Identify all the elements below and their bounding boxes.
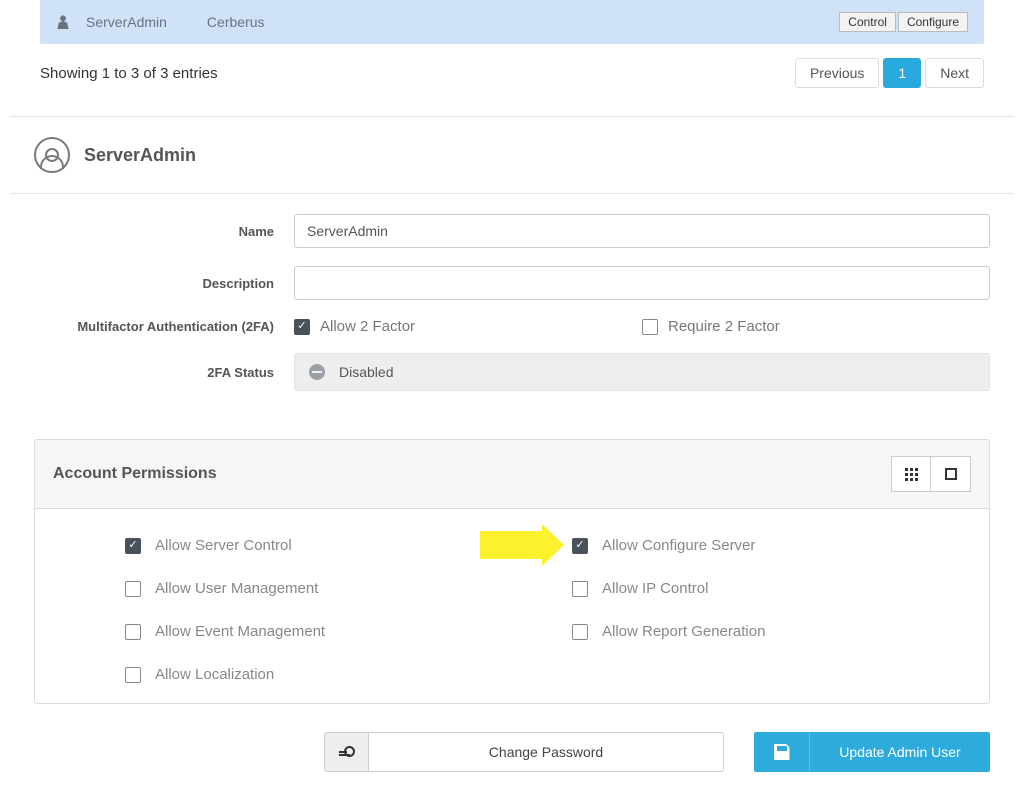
pager-page-1[interactable]: 1 (883, 58, 921, 88)
perm-user-management-label: Allow User Management (155, 580, 318, 597)
name-input[interactable] (294, 214, 990, 248)
detail-form: Name Description Multifactor Authenticat… (10, 194, 1014, 419)
perm-localization-label: Allow Localization (155, 666, 274, 683)
pager-previous[interactable]: Previous (795, 58, 879, 88)
perm-ip-control-label: Allow IP Control (602, 580, 708, 597)
key-addon (325, 733, 369, 771)
detail-title: ServerAdmin (84, 145, 196, 166)
label-2fa-status: 2FA Status (34, 365, 294, 380)
row-role: Cerberus (207, 14, 265, 30)
square-icon (945, 468, 957, 480)
table-footer: Showing 1 to 3 of 3 entries Previous 1 N… (10, 44, 1014, 110)
perm-server-control-checkbox[interactable] (125, 538, 141, 554)
save-icon (774, 744, 790, 760)
perm-server-control-label: Allow Server Control (155, 537, 292, 554)
selected-user-row[interactable]: ServerAdmin Cerberus Control Configure (40, 0, 984, 44)
user-icon (56, 15, 70, 29)
2fa-status-value: Disabled (339, 364, 393, 380)
grid-icon (905, 468, 918, 481)
update-admin-button[interactable]: Update Admin User (754, 732, 990, 772)
label-description: Description (34, 276, 294, 291)
update-admin-label: Update Admin User (810, 732, 990, 772)
permissions-heading: Account Permissions (53, 465, 891, 483)
description-input[interactable] (294, 266, 990, 300)
perm-event-management-checkbox[interactable] (125, 624, 141, 640)
row-control-button[interactable]: Control (839, 12, 896, 32)
perm-configure-server-checkbox[interactable] (572, 538, 588, 554)
grid-view-button[interactable] (891, 456, 931, 492)
highlight-arrow (480, 531, 544, 559)
disabled-icon (309, 364, 325, 380)
2fa-status-pill: Disabled (294, 353, 990, 391)
require-2fa-label: Require 2 Factor (668, 318, 780, 335)
permissions-panel: Account Permissions Allow Server Control (34, 439, 990, 704)
perm-report-generation-checkbox[interactable] (572, 624, 588, 640)
pager-next[interactable]: Next (925, 58, 984, 88)
allow-2fa-checkbox[interactable] (294, 319, 310, 335)
require-2fa-checkbox[interactable] (642, 319, 658, 335)
change-password-group: Change Password (324, 732, 724, 772)
table-info: Showing 1 to 3 of 3 entries (40, 65, 795, 82)
label-name: Name (34, 224, 294, 239)
perm-configure-server-label: Allow Configure Server (602, 537, 755, 554)
allow-2fa-label: Allow 2 Factor (320, 318, 415, 335)
pager: Previous 1 Next (795, 58, 984, 88)
perm-ip-control-checkbox[interactable] (572, 581, 588, 597)
perm-event-management-label: Allow Event Management (155, 623, 325, 640)
avatar-icon (34, 137, 70, 173)
perm-report-generation-label: Allow Report Generation (602, 623, 765, 640)
change-password-button[interactable]: Change Password (369, 733, 723, 771)
perm-localization-checkbox[interactable] (125, 667, 141, 683)
label-mfa: Multifactor Authentication (2FA) (34, 319, 294, 334)
key-icon (339, 744, 355, 760)
single-view-button[interactable] (931, 456, 971, 492)
action-row: Change Password Update Admin User (10, 724, 1014, 792)
detail-header: ServerAdmin (10, 117, 1014, 194)
row-configure-button[interactable]: Configure (898, 12, 968, 32)
row-username: ServerAdmin (86, 14, 167, 30)
perm-user-management-checkbox[interactable] (125, 581, 141, 597)
